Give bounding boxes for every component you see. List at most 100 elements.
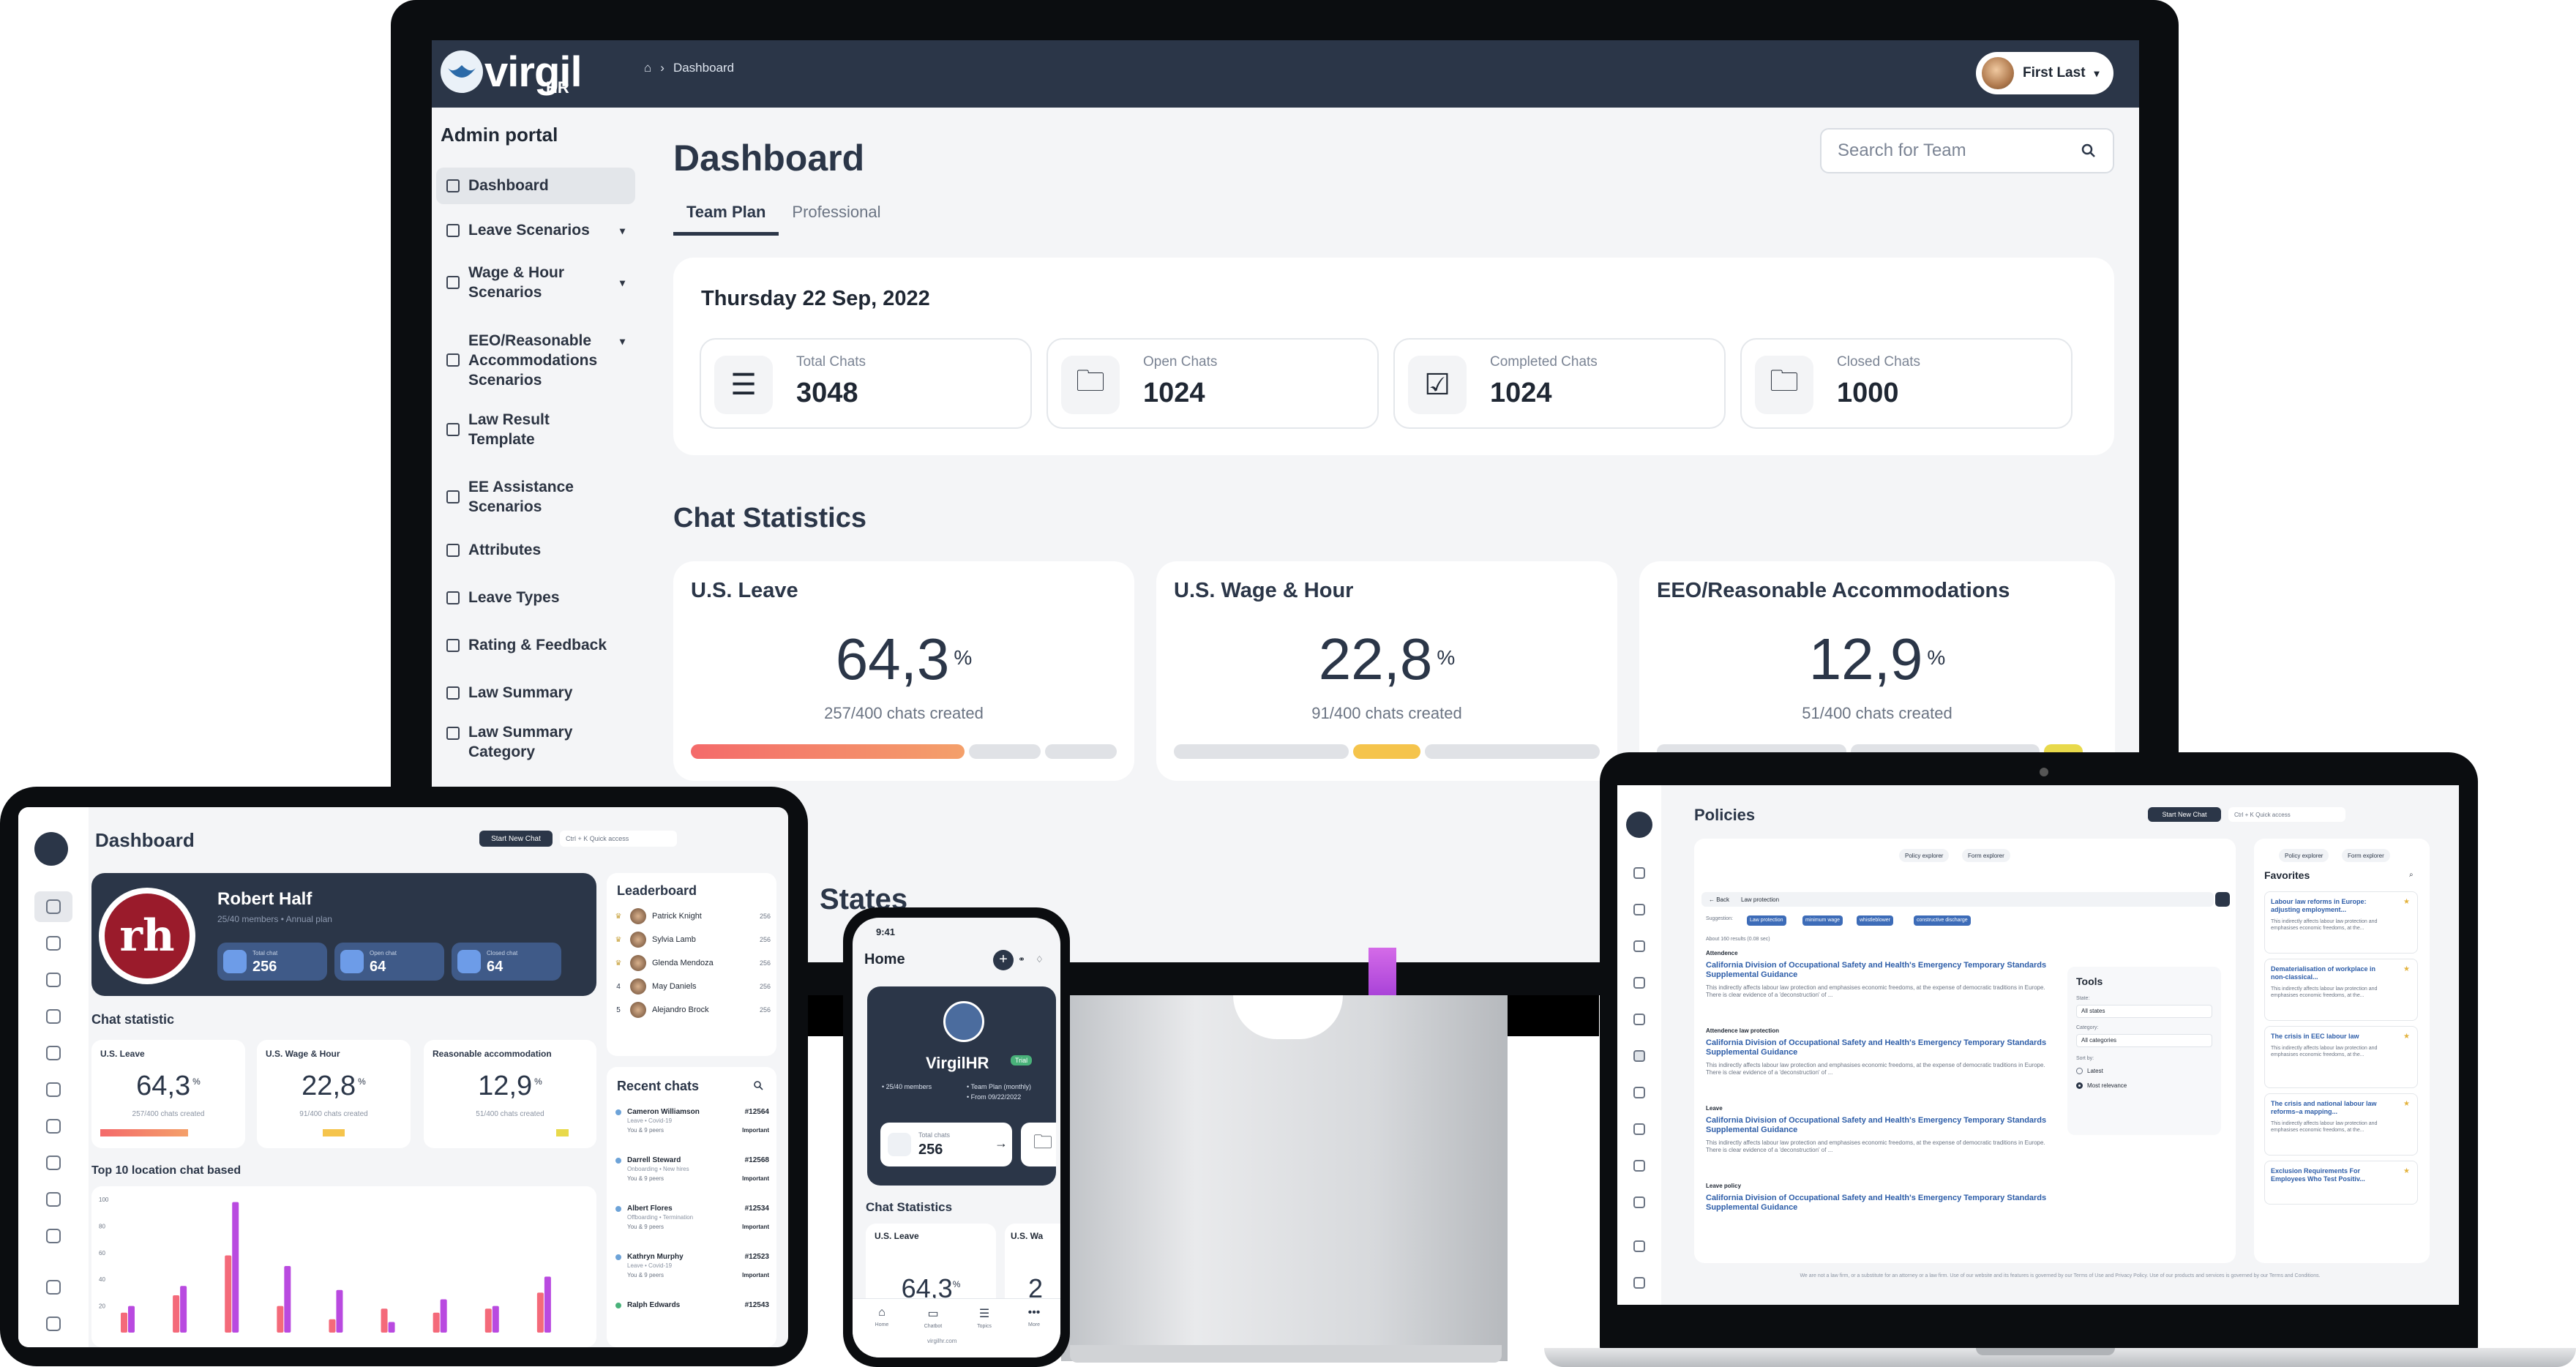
chart-bar[interactable] [381,1308,388,1333]
suggestion-tag[interactable]: Law protection [1747,915,1786,926]
chart-bar[interactable] [536,1292,544,1333]
tab-home[interactable]: ⌂ Home [860,1306,904,1327]
settings-icon[interactable] [46,1229,61,1243]
stat-closed-chats[interactable]: 🗀 Closed Chats 1000 [1740,338,2073,429]
shield-icon[interactable] [46,1082,61,1097]
star-icon[interactable]: ★ [2403,898,2410,906]
chart-bar[interactable] [232,1202,239,1333]
document-icon[interactable] [46,1009,61,1024]
tab-team-plan[interactable]: Team Plan [673,195,779,236]
result-item[interactable]: Leave policy California Division of Occup… [1706,1183,2050,1213]
chat-card-us-leave[interactable]: U.S. Leave 64,3% 257/400 chats created [673,561,1134,781]
folder-card[interactable]: 🗀 [1021,1123,1056,1166]
category-select[interactable]: All categories [2076,1034,2212,1047]
users-icon[interactable] [1633,1123,1645,1135]
suggestion-tag[interactable]: constructive discharge [1914,915,1971,926]
total-chat-chip[interactable]: Total chat 256 [217,943,327,981]
virgil-logo-icon[interactable] [441,50,483,93]
chevron-down-icon[interactable]: ▾ [620,332,625,351]
help-icon[interactable] [1633,1240,1645,1252]
book-icon[interactable] [1633,1087,1645,1098]
search-icon[interactable]: ⌕ [2409,871,2414,879]
recent-chat-row[interactable]: Ralph Edwards #12543 [615,1298,769,1347]
users-icon[interactable] [46,1156,61,1170]
virgil-logo-icon[interactable] [1626,812,1652,838]
chart-bar[interactable] [128,1306,135,1333]
result-title[interactable]: California Division of Occupational Safe… [1706,1116,2050,1135]
leaderboard-row[interactable]: ♛ Patrick Knight 256 [613,907,771,926]
chevron-down-icon[interactable]: ▾ [620,225,625,237]
logout-icon[interactable] [1633,1277,1645,1289]
stat-card-reasonable[interactable]: Reasonable accommodation 12,9% 51/400 ch… [424,1040,596,1148]
sidebar-item-wage-hour[interactable]: Wage & Hour Scenarios ▾ [436,260,635,305]
sidebar-item-ee-assistance[interactable]: EE Assistance Scenarios [436,475,635,519]
home-icon[interactable]: ⌂ [644,61,651,75]
back-button[interactable]: ← Back [1709,896,1729,903]
tab-topics[interactable]: ☰ Topics [962,1306,1006,1329]
new-chat-button[interactable]: Start New Chat [479,831,553,847]
sidebar-item-eeo[interactable]: EEO/Reasonable Accommodations Scenarios ▾ [436,327,635,393]
sidebar-item-leave-types[interactable]: Leave Types [436,583,635,613]
tab-chatbot[interactable]: ▭ Chatbot [911,1306,955,1329]
result-item[interactable]: Attendence California Division of Occupat… [1706,950,2050,999]
chat-icon[interactable] [46,936,61,951]
stat-completed-chats[interactable]: ☑ Completed Chats 1024 [1393,338,1726,429]
favorite-item[interactable]: The crisis in EEC labour law This indirec… [2264,1026,2418,1088]
chart-bar[interactable] [440,1299,447,1333]
new-chat-button[interactable]: Start New Chat [2148,807,2221,822]
favorite-item[interactable]: Exclusion Requirements For Employees Who… [2264,1161,2418,1205]
chart-bar[interactable] [284,1266,291,1333]
favorite-item[interactable]: Labour law reforms in Europe: adjusting … [2264,891,2418,954]
sidebar-item-leave-scenarios[interactable]: Leave Scenarios ▾ [436,212,635,249]
favorite-item[interactable]: Dematerialisation of workplace in non-cl… [2264,959,2418,1021]
tab-more[interactable]: ••• More [1012,1306,1056,1327]
suggestion-tag[interactable]: whistleblower [1857,915,1894,926]
book-icon[interactable] [46,1119,61,1134]
star-icon[interactable]: ★ [2403,1100,2410,1108]
result-title[interactable]: California Division of Occupational Safe… [1706,1038,2050,1057]
chart-bar[interactable] [336,1289,343,1333]
chart-bar[interactable] [544,1276,551,1333]
stat-card-us-wage[interactable]: U.S. Wage & Hour 22,8% 91/400 chats crea… [257,1040,411,1148]
document-icon[interactable] [1633,977,1645,989]
help-icon[interactable] [46,1280,61,1295]
quick-access-input[interactable]: Ctrl + K Quick access [2228,807,2345,822]
leaderboard-row[interactable]: 5 Alejandro Brock 256 [613,1000,771,1019]
link-icon[interactable]: ⚭ [1018,954,1025,965]
breadcrumb-current[interactable]: Dashboard [673,61,734,75]
chart-bar[interactable] [329,1319,336,1333]
home-icon[interactable] [1633,867,1645,879]
star-icon[interactable]: ★ [2403,1167,2410,1175]
arrow-right-icon[interactable]: → [995,1136,1008,1151]
shield-icon[interactable] [1633,1050,1645,1062]
suggestion-tag[interactable]: minimum wage [1802,915,1843,926]
chart-bar[interactable] [180,1286,187,1333]
tab-policy-explorer[interactable]: Policy explorer [1899,849,1950,862]
bell-icon[interactable]: ♢ [1036,954,1044,965]
chevron-down-icon[interactable]: ▾ [620,273,625,293]
chart-bar[interactable] [388,1322,395,1333]
state-select[interactable]: All states [2076,1005,2212,1018]
recent-chat-row[interactable]: Kathryn Murphy #12523 Leave • Covid-19 You … [615,1250,769,1298]
sidebar-item-rating[interactable]: Rating & Feedback [436,631,635,660]
logout-icon[interactable] [46,1317,61,1331]
virgil-logo-icon[interactable] [34,832,68,866]
recent-chat-row[interactable]: Albert Flores #12534 Offboarding • Termina… [615,1202,769,1250]
sidebar-item-law-summary-category[interactable]: Law Summary Category [436,722,635,766]
stat-open-chats[interactable]: 🗀 Open Chats 1024 [1046,338,1379,429]
closed-chat-chip[interactable]: Closed chat 64 [452,943,561,981]
leaderboard-row[interactable]: ♛ Sylvia Lamb 256 [613,930,771,949]
url-bar[interactable]: virgilhr.com [927,1338,956,1344]
chart-bar[interactable] [121,1312,127,1333]
sidebar-item-law-summary[interactable]: Law Summary [436,678,635,708]
result-title[interactable]: California Division of Occupational Safe… [1706,1194,2050,1213]
star-icon[interactable]: ★ [2403,965,2410,973]
chart-icon[interactable] [46,1192,61,1207]
stat-card-us-leave[interactable]: U.S. Leave 64,3% 257/400 chats created [91,1040,245,1148]
tab-policy-explorer[interactable]: Policy explorer [2279,849,2329,862]
stat-total-chats[interactable]: ☰ Total Chats 3048 [700,338,1032,429]
result-item[interactable]: Attendence law protection California Divi… [1706,1027,2050,1076]
add-button[interactable]: + [993,950,1014,970]
chart-icon[interactable] [1633,1160,1645,1172]
star-icon[interactable]: ★ [2403,1033,2410,1041]
